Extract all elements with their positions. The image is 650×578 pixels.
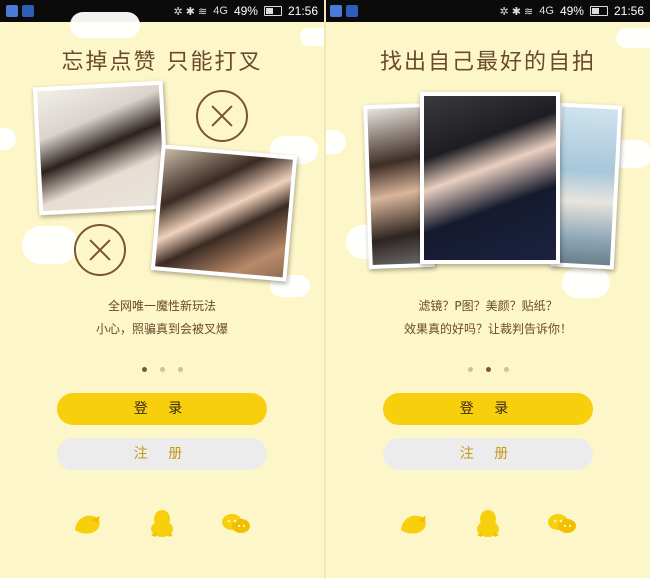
page-dot[interactable] — [177, 367, 183, 372]
selfie-photo — [549, 102, 623, 270]
tagline: 小心，照骗真到会被叉爆 — [95, 322, 228, 336]
cloud-decoration — [22, 226, 78, 264]
page-dot[interactable] — [485, 367, 491, 372]
app-notification-icon — [346, 5, 358, 17]
page-indicator — [0, 367, 324, 372]
app-notification-icon — [6, 5, 18, 17]
app-notification-icon — [330, 5, 342, 17]
register-button[interactable]: 注 册 — [57, 438, 267, 470]
cloud-decoration — [326, 130, 346, 154]
clock: 21:56 — [613, 4, 644, 18]
battery-percent: 49% — [233, 4, 258, 18]
bird-icon[interactable] — [72, 508, 102, 538]
page-indicator — [326, 367, 650, 372]
page-dot[interactable] — [141, 367, 147, 372]
battery-icon — [263, 6, 282, 16]
page-dot[interactable] — [159, 367, 165, 372]
status-bar: ✲ ✱ ≋ 4G 49% 21:56 — [326, 0, 650, 22]
onboarding-panel-2: ✲ ✱ ≋ 4G 49% 21:56 找出自己最好的自拍 滤镜？P图？美颜？贴纸… — [326, 0, 650, 578]
bird-icon[interactable] — [398, 508, 428, 538]
page-dot[interactable] — [467, 367, 473, 372]
login-button[interactable]: 登 录 — [57, 393, 267, 425]
x-icon — [74, 224, 126, 276]
selfie-photo — [420, 92, 560, 264]
cloud-decoration — [0, 128, 16, 150]
network-label: 4G — [539, 5, 554, 17]
network-label: 4G — [213, 5, 228, 17]
battery-icon — [589, 6, 608, 16]
clock: 21:56 — [287, 4, 318, 18]
penguin-icon[interactable] — [147, 508, 177, 538]
selfie-photo — [32, 80, 170, 216]
cloud-decoration — [70, 12, 140, 38]
wechat-icon[interactable] — [221, 508, 251, 538]
battery-percent: 49% — [559, 4, 584, 18]
status-bar: ✲ ✱ ≋ 4G 49% 21:56 — [0, 0, 324, 22]
page-title: 忘掉点赞 只能打叉 — [61, 50, 263, 75]
login-button[interactable]: 登 录 — [383, 393, 593, 425]
signal-icon: ✲ ✱ ≋ — [499, 5, 534, 18]
signal-icon: ✲ ✱ ≋ — [173, 5, 208, 18]
tagline: 效果真的好吗？让裁判告诉你！ — [403, 322, 572, 336]
onboarding-panel-1: ✲ ✱ ≋ 4G 49% 21:56 忘掉点赞 只能打叉 全网唯一魔性新玩法 小… — [0, 0, 324, 578]
selfie-photo — [150, 144, 298, 282]
tagline: 全网唯一魔性新玩法 — [107, 299, 216, 313]
penguin-icon[interactable] — [473, 508, 503, 538]
cloud-decoration — [562, 268, 610, 298]
page-title: 找出自己最好的自拍 — [379, 50, 596, 75]
app-notification-icon — [22, 5, 34, 17]
wechat-icon[interactable] — [547, 508, 577, 538]
x-icon — [196, 90, 248, 142]
register-button[interactable]: 注 册 — [383, 438, 593, 470]
tagline: 滤镜？P图？美颜？贴纸？ — [418, 299, 558, 313]
page-dot[interactable] — [503, 367, 509, 372]
